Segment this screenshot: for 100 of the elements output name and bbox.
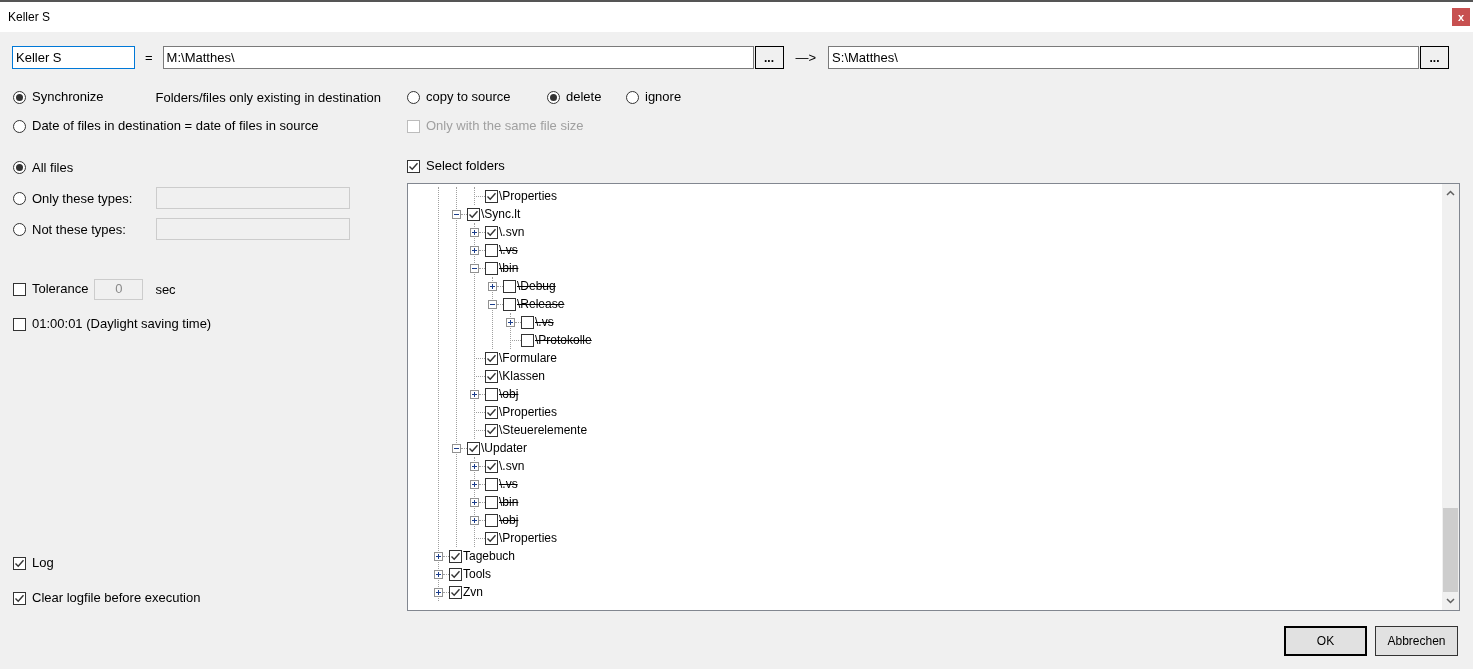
option-label: 01:00:01 (Daylight saving time) (32, 315, 212, 334)
expand-icon[interactable] (434, 551, 443, 561)
folder-label[interactable]: Zvn (463, 583, 483, 601)
option-label: Synchronize (32, 88, 104, 107)
folder-label[interactable]: \Properties (499, 187, 558, 205)
checkbox[interactable] (485, 531, 498, 545)
browse-button[interactable]: ... (1420, 46, 1449, 69)
checkbox[interactable] (13, 591, 26, 605)
radio-button[interactable] (407, 90, 420, 104)
checkbox[interactable] (485, 459, 498, 473)
checkbox[interactable] (503, 297, 516, 311)
option-label: All files (32, 160, 74, 175)
folder-label[interactable]: \.svn (499, 457, 525, 475)
checkbox[interactable] (13, 556, 26, 570)
radio-button[interactable] (13, 191, 26, 205)
types-field[interactable] (156, 218, 350, 240)
checkbox[interactable] (521, 315, 534, 329)
option-label: Select folders (426, 157, 505, 176)
window-title: Keller S (8, 9, 51, 26)
destination-path-field[interactable]: S:\Matthes\ (828, 46, 1419, 69)
expand-icon[interactable] (470, 461, 479, 471)
option-label: Log (32, 554, 54, 573)
scrollbar[interactable] (1442, 184, 1459, 610)
expand-icon[interactable] (470, 389, 479, 399)
checkbox[interactable] (485, 225, 498, 239)
folder-label[interactable]: \Debug (517, 277, 556, 295)
checkbox[interactable] (13, 282, 26, 296)
expand-icon[interactable] (470, 479, 479, 489)
folder-label[interactable]: \Properties (499, 529, 558, 547)
collapse-icon[interactable] (470, 263, 479, 273)
checkbox[interactable] (449, 549, 462, 563)
expand-icon[interactable] (488, 281, 497, 291)
folder-label[interactable]: Tagebuch (463, 547, 516, 565)
folder-label[interactable]: \Updater (481, 439, 528, 457)
checkbox[interactable] (13, 317, 26, 331)
folder-label[interactable]: \bin (499, 259, 519, 277)
folder-label[interactable]: \.vs (535, 313, 554, 331)
collapse-icon[interactable] (452, 443, 461, 453)
radio-button[interactable] (13, 90, 26, 104)
expand-icon[interactable] (434, 569, 443, 579)
browse-button[interactable]: ... (754, 46, 784, 69)
expand-icon[interactable] (470, 497, 479, 507)
collapse-icon[interactable] (452, 209, 461, 219)
radio-button[interactable] (13, 119, 26, 133)
section-label: Folders/files only existing in destination (155, 90, 381, 105)
folder-label[interactable]: \Steuerelemente (499, 421, 588, 439)
checkbox[interactable] (449, 567, 462, 581)
checkbox[interactable] (485, 387, 498, 401)
checkbox[interactable] (485, 423, 498, 437)
radio-button[interactable] (13, 160, 26, 174)
checkbox[interactable] (485, 351, 498, 365)
source-path-field[interactable]: M:\Matthes\ (162, 46, 754, 69)
folder-label[interactable]: \Release (517, 295, 565, 313)
expand-icon[interactable] (506, 317, 515, 327)
folder-label[interactable]: \obj (499, 511, 519, 529)
option-label: ignore (645, 88, 682, 107)
checkbox[interactable] (485, 189, 498, 203)
dialog-button[interactable]: Abbrechen (1375, 626, 1458, 656)
folder-label[interactable]: \.vs (499, 475, 518, 493)
expand-icon[interactable] (470, 227, 479, 237)
expand-icon[interactable] (470, 245, 479, 255)
checkbox[interactable] (485, 495, 498, 509)
collapse-icon[interactable] (488, 299, 497, 309)
checkbox[interactable] (485, 405, 498, 419)
folder-label[interactable]: \Klassen (499, 367, 546, 385)
checkbox[interactable] (467, 207, 480, 221)
close-button[interactable]: x (1452, 8, 1470, 26)
option-label: delete (566, 88, 602, 107)
folder-label[interactable]: \obj (499, 385, 519, 403)
checkbox[interactable] (449, 585, 462, 599)
scroll-down-icon[interactable] (1446, 598, 1455, 604)
radio-button[interactable] (547, 90, 560, 104)
folder-label[interactable]: \Properties (499, 403, 558, 421)
checkbox[interactable] (521, 333, 534, 347)
checkbox[interactable] (485, 513, 498, 527)
name-field[interactable]: Keller S (12, 46, 135, 69)
checkbox[interactable] (485, 261, 498, 275)
radio-button[interactable] (13, 222, 26, 236)
folder-label[interactable]: \.vs (499, 241, 518, 259)
folder-label[interactable]: \Protokolle (535, 331, 592, 349)
folder-label[interactable]: \Sync.lt (481, 205, 521, 223)
checkbox[interactable] (485, 477, 498, 491)
checkbox[interactable] (407, 159, 420, 173)
expand-icon[interactable] (470, 515, 479, 525)
scrollbar-thumb[interactable] (1443, 508, 1458, 592)
checkbox[interactable] (485, 243, 498, 257)
option-label: Only these types: (32, 191, 133, 206)
folder-label[interactable]: \bin (499, 493, 519, 511)
scroll-up-icon[interactable] (1446, 190, 1455, 196)
checkbox[interactable] (503, 279, 516, 293)
folder-label[interactable]: \.svn (499, 223, 525, 241)
folder-label[interactable]: Tools (463, 565, 491, 583)
checkbox[interactable] (467, 441, 480, 455)
types-field[interactable] (156, 187, 350, 209)
checkbox[interactable] (485, 369, 498, 383)
expand-icon[interactable] (434, 587, 443, 597)
radio-button[interactable] (626, 90, 639, 104)
dialog-button[interactable]: OK (1284, 626, 1367, 656)
folder-label[interactable]: \Formulare (499, 349, 557, 367)
option-label: copy to source (426, 88, 511, 107)
